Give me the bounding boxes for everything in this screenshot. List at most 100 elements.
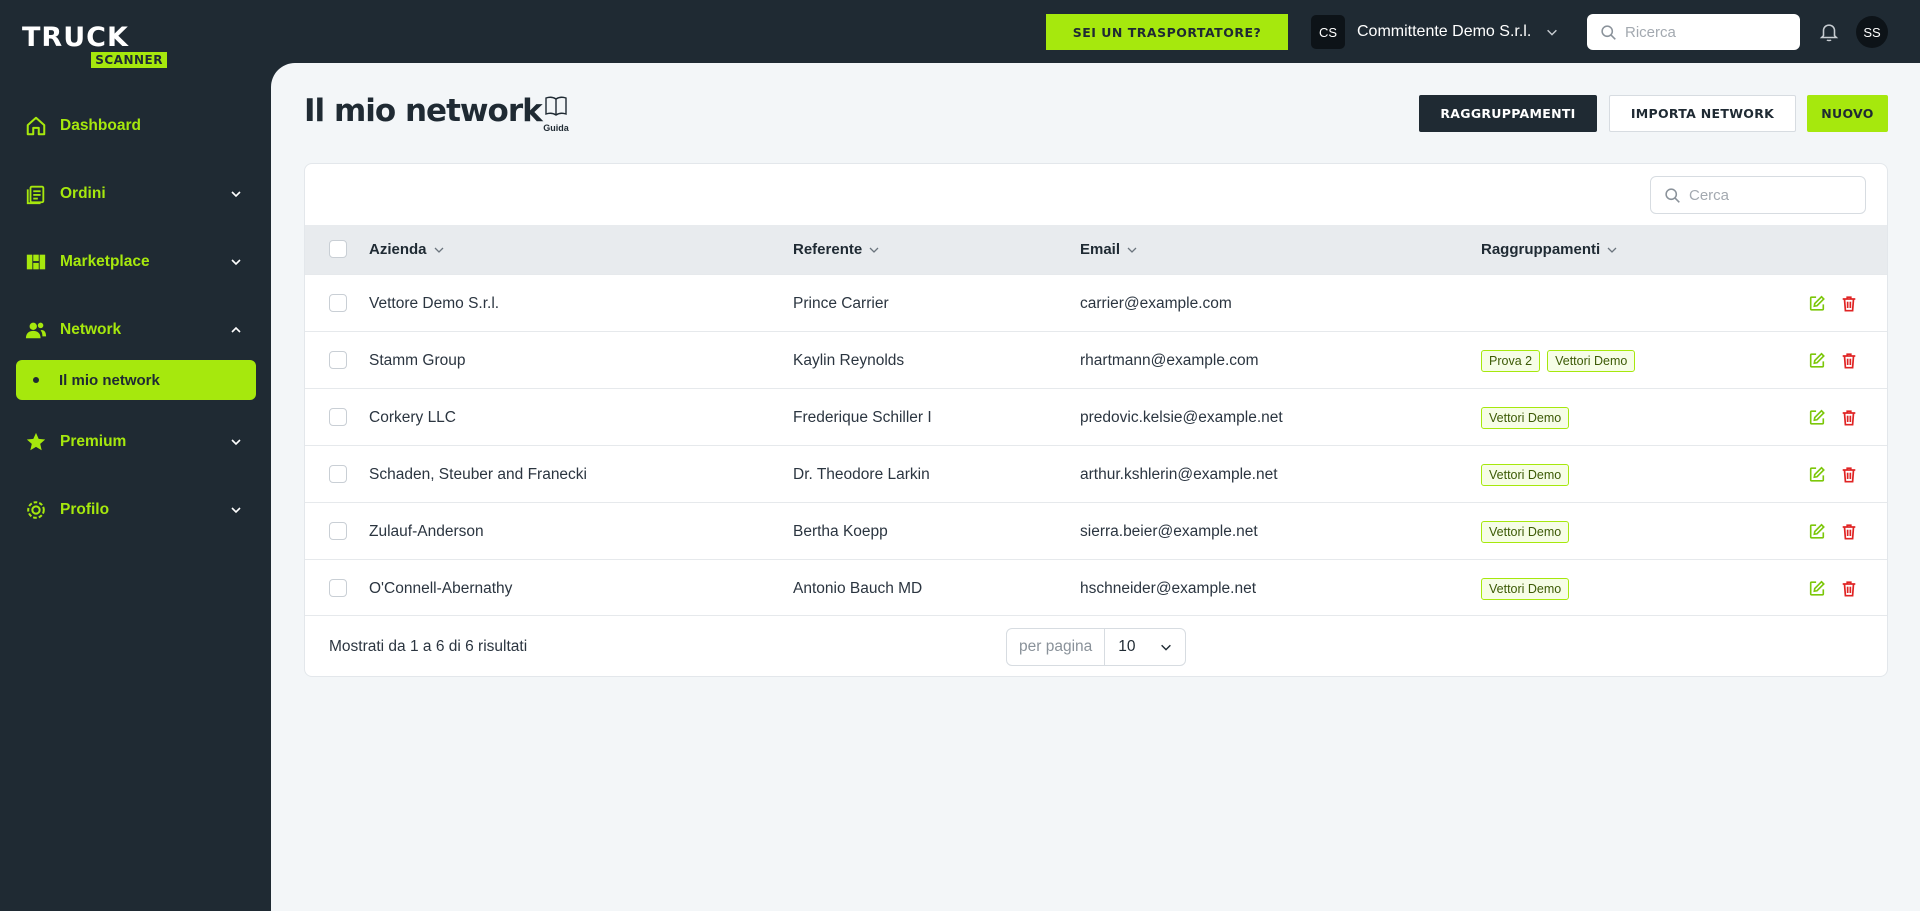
cell-raggruppamenti: Vettori Demo bbox=[1481, 503, 1576, 560]
sidebar-subitem-il-mio-network[interactable]: Il mio network bbox=[16, 360, 256, 400]
sidebar-item-network[interactable]: Network bbox=[16, 312, 256, 348]
sidebar-item-label: Dashboard bbox=[60, 117, 141, 134]
column-header-referente[interactable]: Referente bbox=[793, 225, 880, 274]
cell-email: predovic.kelsie@example.net bbox=[1080, 408, 1283, 426]
column-header-label: Email bbox=[1080, 241, 1121, 258]
table-row[interactable]: Stamm Group Kaylin Reynolds rhartmann@ex… bbox=[305, 331, 1887, 389]
user-avatar[interactable]: SS bbox=[1856, 16, 1888, 48]
sidebar-item-label: Marketplace bbox=[60, 253, 150, 270]
table-row[interactable]: Zulauf-Anderson Bertha Koepp sierra.beie… bbox=[305, 502, 1887, 560]
carrier-cta-button[interactable]: SEI UN TRASPORTATORE? bbox=[1046, 14, 1288, 50]
row-checkbox[interactable] bbox=[329, 465, 347, 483]
chevron-down-icon bbox=[231, 259, 241, 266]
chevron-down-icon bbox=[1161, 644, 1171, 651]
cell-azienda: Schaden, Steuber and Franecki bbox=[369, 465, 587, 483]
cell-referente: Kaylin Reynolds bbox=[793, 351, 905, 369]
global-search[interactable] bbox=[1587, 14, 1800, 50]
column-header-azienda[interactable]: Azienda bbox=[369, 225, 445, 274]
cell-azienda: Stamm Group bbox=[369, 351, 466, 369]
sidebar-item-label: Ordini bbox=[60, 185, 106, 202]
row-checkbox[interactable] bbox=[329, 408, 347, 426]
table-row[interactable]: Corkery LLC Frederique Schiller I predov… bbox=[305, 388, 1887, 446]
sidebar-item-profilo[interactable]: Profilo bbox=[16, 492, 256, 528]
edit-icon[interactable] bbox=[1808, 522, 1826, 541]
bullet-dot bbox=[33, 377, 39, 383]
row-checkbox[interactable] bbox=[329, 351, 347, 369]
edit-icon[interactable] bbox=[1808, 465, 1826, 484]
trash-icon[interactable] bbox=[1840, 294, 1858, 313]
edit-icon[interactable] bbox=[1808, 408, 1826, 427]
cell-email: arthur.kshlerin@example.net bbox=[1080, 465, 1278, 483]
sidebar-item-label: Network bbox=[60, 321, 122, 338]
sidebar-subitem-label: Il mio network bbox=[59, 371, 160, 389]
column-header-raggruppamenti[interactable]: Raggruppamenti bbox=[1481, 225, 1618, 274]
company-name: Committente Demo S.r.l. bbox=[1357, 23, 1532, 40]
edit-icon[interactable] bbox=[1808, 351, 1826, 370]
sidebar-item-dashboard[interactable]: Dashboard bbox=[16, 108, 256, 144]
home-icon bbox=[24, 114, 48, 138]
cell-raggruppamenti: Vettori Demo bbox=[1481, 560, 1576, 617]
cell-referente: Frederique Schiller I bbox=[793, 408, 932, 426]
per-page-label: per pagina bbox=[1007, 629, 1106, 665]
global-search-input[interactable] bbox=[1625, 23, 1795, 41]
guide-link[interactable]: Guida bbox=[541, 95, 571, 133]
sidebar-item-premium[interactable]: Premium bbox=[16, 424, 256, 460]
column-header-label: Referente bbox=[793, 241, 863, 258]
sort-icon bbox=[434, 247, 443, 253]
cell-referente: Antonio Bauch MD bbox=[793, 579, 923, 597]
book-icon bbox=[545, 96, 567, 116]
truckscanner-logo[interactable]: TRUCK SCANNER bbox=[22, 24, 168, 70]
search-icon bbox=[1601, 24, 1616, 40]
table-header: Azienda Referente Email Raggruppamenti bbox=[305, 225, 1887, 274]
column-header-email[interactable]: Email bbox=[1080, 225, 1138, 274]
row-checkbox[interactable] bbox=[329, 522, 347, 540]
sort-icon bbox=[1127, 247, 1137, 253]
cell-email: sierra.beier@example.net bbox=[1080, 522, 1258, 540]
column-header-label: Azienda bbox=[369, 241, 427, 258]
per-page-value: 10 bbox=[1118, 638, 1136, 655]
cell-raggruppamenti: Vettori Demo bbox=[1481, 446, 1576, 503]
row-checkbox[interactable] bbox=[329, 579, 347, 597]
page-title: Il mio network bbox=[304, 93, 543, 129]
new-button[interactable]: NUOVO bbox=[1807, 95, 1888, 132]
per-page-select[interactable]: per pagina 10 bbox=[1006, 628, 1186, 666]
sidebar-item-ordini[interactable]: Ordini bbox=[16, 176, 256, 212]
sidebar-item-marketplace[interactable]: Marketplace bbox=[16, 244, 256, 280]
guide-label: Guida bbox=[543, 123, 569, 133]
import-network-button[interactable]: IMPORTA NETWORK bbox=[1609, 95, 1796, 132]
chevron-down-icon bbox=[1547, 29, 1558, 36]
results-summary: Mostrati da 1 a 6 di 6 risultati bbox=[329, 638, 528, 655]
table-row[interactable]: Vettore Demo S.r.l. Prince Carrier carri… bbox=[305, 274, 1887, 331]
table-search[interactable] bbox=[1650, 176, 1866, 214]
group-tag: Vettori Demo bbox=[1481, 577, 1570, 600]
cell-azienda: O'Connell-Abernathy bbox=[369, 579, 513, 597]
chevron-up-icon bbox=[231, 326, 241, 333]
bell-icon[interactable] bbox=[1818, 20, 1840, 44]
group-tag: Vettori Demo bbox=[1547, 349, 1636, 372]
trash-icon[interactable] bbox=[1840, 465, 1858, 484]
trash-icon[interactable] bbox=[1840, 522, 1858, 541]
row-checkbox[interactable] bbox=[329, 294, 347, 312]
cell-azienda: Zulauf-Anderson bbox=[369, 522, 484, 540]
cell-raggruppamenti: Prova 2 Vettori Demo bbox=[1481, 332, 1642, 389]
trash-icon[interactable] bbox=[1840, 351, 1858, 370]
table-search-input[interactable] bbox=[1689, 186, 1859, 204]
star-icon bbox=[24, 430, 48, 454]
company-avatar: CS bbox=[1311, 15, 1345, 49]
select-all-checkbox[interactable] bbox=[329, 240, 347, 258]
company-switcher[interactable]: CS Committente Demo S.r.l. bbox=[1311, 15, 1559, 49]
edit-icon[interactable] bbox=[1808, 579, 1826, 598]
sort-icon bbox=[869, 247, 879, 253]
groups-button[interactable]: RAGGRUPPAMENTI bbox=[1419, 95, 1597, 132]
edit-icon[interactable] bbox=[1808, 294, 1826, 313]
cell-referente: Prince Carrier bbox=[793, 294, 889, 312]
table-row[interactable]: O'Connell-Abernathy Antonio Bauch MD hsc… bbox=[305, 559, 1887, 617]
trash-icon[interactable] bbox=[1840, 579, 1858, 598]
group-tag: Vettori Demo bbox=[1481, 406, 1570, 429]
cell-referente: Dr. Theodore Larkin bbox=[793, 465, 930, 483]
settings-icon bbox=[24, 498, 48, 522]
table-row[interactable]: Schaden, Steuber and Franecki Dr. Theodo… bbox=[305, 445, 1887, 503]
cell-raggruppamenti: Vettori Demo bbox=[1481, 389, 1576, 446]
trash-icon[interactable] bbox=[1840, 408, 1858, 427]
main-content: Il mio network Guida RAGGRUPPAMENTI IMPO… bbox=[271, 63, 1920, 911]
